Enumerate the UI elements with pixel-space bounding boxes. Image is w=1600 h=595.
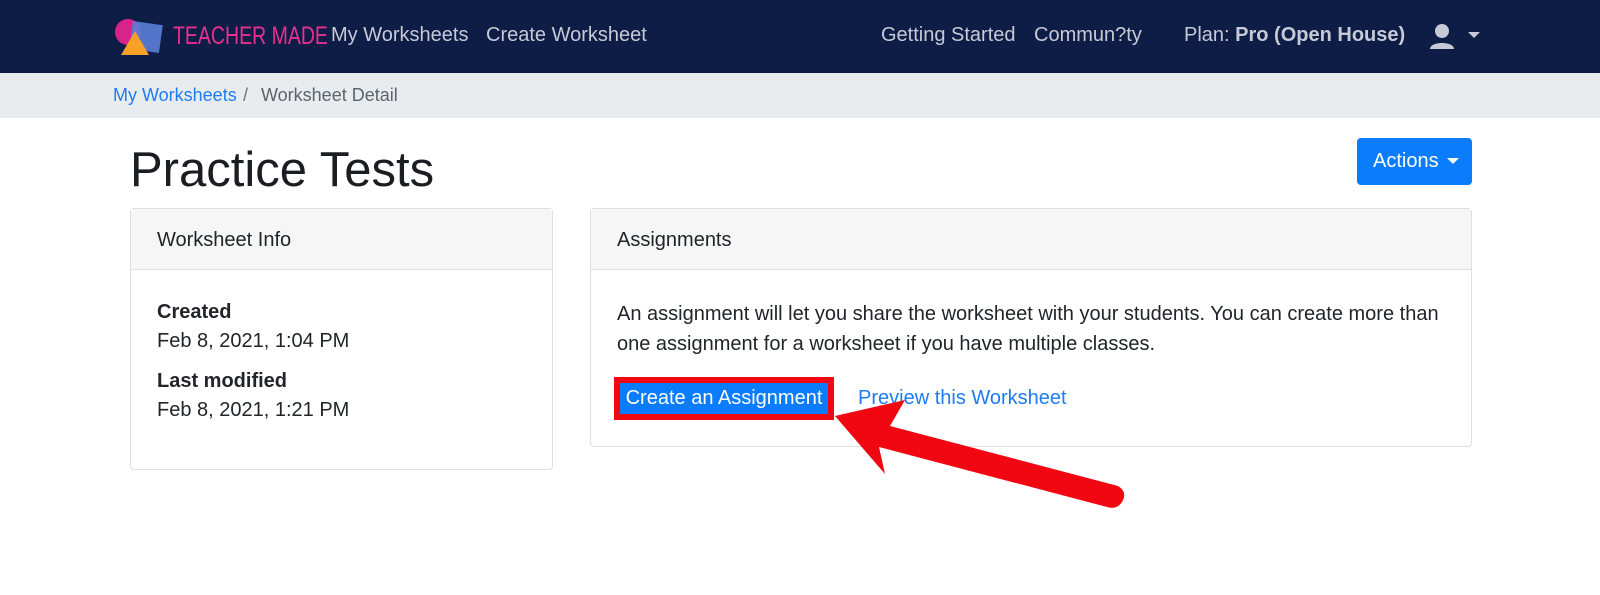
top-navbar: TEACHER MADE My Worksheets Create Worksh… xyxy=(0,0,1600,73)
logo-text: TEACHER MADE xyxy=(173,22,328,50)
assignments-card: Assignments An assignment will let you s… xyxy=(590,208,1472,447)
assignments-header: Assignments xyxy=(591,209,1471,270)
actions-dropdown-button[interactable]: Actions xyxy=(1357,138,1472,185)
plan-indicator[interactable]: Plan: Pro (Open House) xyxy=(1184,24,1405,47)
user-icon xyxy=(1430,24,1454,49)
page-title: Practice Tests xyxy=(130,143,435,197)
actions-label: Actions xyxy=(1373,150,1439,172)
plan-label: Plan: xyxy=(1184,24,1230,46)
breadcrumb: My Worksheets / Worksheet Detail xyxy=(0,73,1600,118)
user-menu[interactable] xyxy=(1428,22,1488,52)
nav-create-worksheet[interactable]: Create Worksheet xyxy=(486,24,647,47)
caret-down-icon xyxy=(1447,158,1459,164)
create-assignment-button[interactable]: Create an Assignment xyxy=(614,377,834,420)
created-label: Created xyxy=(157,301,232,323)
breadcrumb-current: Worksheet Detail xyxy=(261,85,398,105)
teacher-made-logo[interactable]: TEACHER MADE xyxy=(113,17,328,57)
nav-my-worksheets[interactable]: My Worksheets xyxy=(331,24,468,47)
last-modified-value: Feb 8, 2021, 1:21 PM xyxy=(157,399,350,421)
assignments-description: An assignment will let you share the wor… xyxy=(617,303,1439,355)
caret-down-icon xyxy=(1468,32,1480,38)
last-modified-label: Last modified xyxy=(157,370,288,392)
breadcrumb-separator: / xyxy=(243,85,249,105)
breadcrumb-my-worksheets[interactable]: My Worksheets xyxy=(113,85,237,106)
logo-shapes-icon xyxy=(115,19,163,55)
nav-getting-started[interactable]: Getting Started xyxy=(881,24,1016,47)
nav-community[interactable]: Commun?ty xyxy=(1034,24,1142,47)
preview-worksheet-link[interactable]: Preview this Worksheet xyxy=(858,387,1067,410)
worksheet-info-header: Worksheet Info xyxy=(131,209,552,270)
created-value: Feb 8, 2021, 1:04 PM xyxy=(157,330,350,352)
plan-value: Pro (Open House) xyxy=(1235,24,1406,46)
worksheet-info-card: Worksheet Info Created Feb 8, 2021, 1:04… xyxy=(130,208,553,470)
